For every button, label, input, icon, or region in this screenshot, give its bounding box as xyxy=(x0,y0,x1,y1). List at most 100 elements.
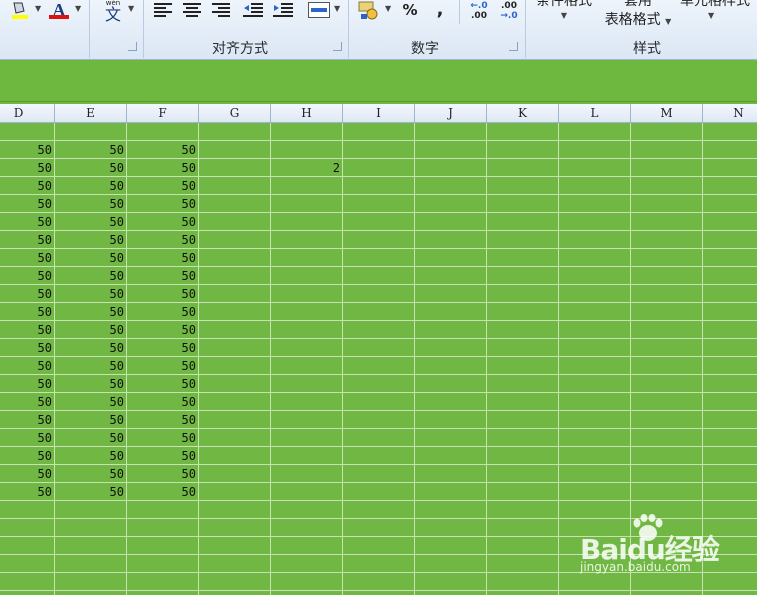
cell-e-row-15[interactable]: 50 xyxy=(55,375,126,393)
column-header-j[interactable]: J xyxy=(415,104,487,123)
cell-f-row-2[interactable]: 50 xyxy=(127,141,198,159)
comma-style-button[interactable]: , xyxy=(430,0,450,20)
cell-d-row-18[interactable]: 50 xyxy=(0,429,54,447)
cell-d-row-11[interactable]: 50 xyxy=(0,303,54,321)
conditional-format-button[interactable]: 条件格式 ▼ xyxy=(528,0,600,32)
cell-d-row-2[interactable]: 50 xyxy=(0,141,54,159)
cell-e-row-16[interactable]: 50 xyxy=(55,393,126,411)
cell-f-row-21[interactable]: 50 xyxy=(127,483,198,501)
cell-f-row-13[interactable]: 50 xyxy=(127,339,198,357)
cell-d-row-5[interactable]: 50 xyxy=(0,195,54,213)
phonetic-dropdown-icon[interactable]: ▼ xyxy=(128,4,134,13)
cell-e-row-7[interactable]: 50 xyxy=(55,231,126,249)
cell-e-row-17[interactable]: 50 xyxy=(55,411,126,429)
align-left-button[interactable] xyxy=(152,0,174,20)
cell-f-row-8[interactable]: 50 xyxy=(127,249,198,267)
column-header-h[interactable]: H xyxy=(271,104,343,123)
font-color-dropdown-icon[interactable]: ▼ xyxy=(75,4,81,13)
cell-d-row-10[interactable]: 50 xyxy=(0,285,54,303)
column-header-m[interactable]: M xyxy=(631,104,703,123)
cell-f-row-5[interactable]: 50 xyxy=(127,195,198,213)
cell-e-row-2[interactable]: 50 xyxy=(55,141,126,159)
accounting-format-button[interactable] xyxy=(356,0,382,22)
decrease-decimal-button[interactable]: .00 →.0 xyxy=(494,0,524,22)
cell-d-row-7[interactable]: 50 xyxy=(0,231,54,249)
cell-f-row-4[interactable]: 50 xyxy=(127,177,198,195)
merge-center-button[interactable] xyxy=(306,0,332,20)
cell-e-row-3[interactable]: 50 xyxy=(55,159,126,177)
format-as-table-button[interactable]: 套用 表格格式 ▼ xyxy=(598,0,678,32)
cell-e-row-9[interactable]: 50 xyxy=(55,267,126,285)
column-header-k[interactable]: K xyxy=(487,104,559,123)
cell-e-row-13[interactable]: 50 xyxy=(55,339,126,357)
cell-d-row-19[interactable]: 50 xyxy=(0,447,54,465)
comma-glyph: , xyxy=(436,0,444,20)
merge-center-dropdown-icon[interactable]: ▼ xyxy=(334,4,340,13)
cell-d-row-17[interactable]: 50 xyxy=(0,411,54,429)
cell-f-row-7[interactable]: 50 xyxy=(127,231,198,249)
align-left-icon xyxy=(154,3,172,17)
cell-e-row-4[interactable]: 50 xyxy=(55,177,126,195)
align-right-button[interactable] xyxy=(210,0,232,20)
cell-f-row-20[interactable]: 50 xyxy=(127,465,198,483)
cell-e-row-5[interactable]: 50 xyxy=(55,195,126,213)
fill-color-dropdown-icon[interactable]: ▼ xyxy=(35,4,41,13)
cell-e-row-19[interactable]: 50 xyxy=(55,447,126,465)
cell-f-row-16[interactable]: 50 xyxy=(127,393,198,411)
cell-e-row-11[interactable]: 50 xyxy=(55,303,126,321)
cell-e-row-12[interactable]: 50 xyxy=(55,321,126,339)
column-header-n[interactable]: N xyxy=(703,104,757,123)
column-header-f[interactable]: F xyxy=(127,104,199,123)
fill-color-button[interactable] xyxy=(6,0,32,20)
percent-style-button[interactable]: % xyxy=(399,0,421,20)
cell-e-row-14[interactable]: 50 xyxy=(55,357,126,375)
cell-d-row-12[interactable]: 50 xyxy=(0,321,54,339)
cell-styles-button[interactable]: 单元格样式 ▼ xyxy=(680,0,757,32)
cell-f-row-19[interactable]: 50 xyxy=(127,447,198,465)
cell-d-row-8[interactable]: 50 xyxy=(0,249,54,267)
watermark-url: jingyan.baidu.com xyxy=(580,560,691,574)
column-header-g[interactable]: G xyxy=(199,104,271,123)
cell-d-row-20[interactable]: 50 xyxy=(0,465,54,483)
cell-d-row-13[interactable]: 50 xyxy=(0,339,54,357)
column-header-d[interactable]: D xyxy=(0,104,55,123)
cell-f-row-9[interactable]: 50 xyxy=(127,267,198,285)
phonetic-button[interactable]: wén 文 xyxy=(98,0,128,23)
cell-f-row-6[interactable]: 50 xyxy=(127,213,198,231)
cell-f-row-3[interactable]: 50 xyxy=(127,159,198,177)
cell-e-row-10[interactable]: 50 xyxy=(55,285,126,303)
cell-d-row-14[interactable]: 50 xyxy=(0,357,54,375)
cell-d-row-15[interactable]: 50 xyxy=(0,375,54,393)
cell-f-row-18[interactable]: 50 xyxy=(127,429,198,447)
column-header-i[interactable]: I xyxy=(343,104,415,123)
cell-e-row-21[interactable]: 50 xyxy=(55,483,126,501)
cell-d-row-6[interactable]: 50 xyxy=(0,213,54,231)
cell-f-row-11[interactable]: 50 xyxy=(127,303,198,321)
increase-decimal-button[interactable]: ←.0 .00 xyxy=(464,0,494,22)
cell-e-row-18[interactable]: 50 xyxy=(55,429,126,447)
cell-h-row-3[interactable]: 2 xyxy=(271,159,342,177)
cell-d-row-21[interactable]: 50 xyxy=(0,483,54,501)
column-header-e[interactable]: E xyxy=(55,104,127,123)
cell-f-row-15[interactable]: 50 xyxy=(127,375,198,393)
number-dialog-launcher-icon[interactable] xyxy=(509,42,518,51)
column-header-l[interactable]: L xyxy=(559,104,631,123)
cell-d-row-4[interactable]: 50 xyxy=(0,177,54,195)
align-center-button[interactable] xyxy=(181,0,203,20)
font-dialog-launcher-icon[interactable] xyxy=(128,42,137,51)
alignment-dialog-launcher-icon[interactable] xyxy=(333,42,342,51)
accounting-format-dropdown-icon[interactable]: ▼ xyxy=(385,4,391,13)
cell-e-row-6[interactable]: 50 xyxy=(55,213,126,231)
cell-d-row-3[interactable]: 50 xyxy=(0,159,54,177)
cell-f-row-12[interactable]: 50 xyxy=(127,321,198,339)
cell-f-row-14[interactable]: 50 xyxy=(127,357,198,375)
cell-d-row-16[interactable]: 50 xyxy=(0,393,54,411)
increase-indent-button[interactable] xyxy=(271,0,295,20)
cell-d-row-9[interactable]: 50 xyxy=(0,267,54,285)
cell-e-row-8[interactable]: 50 xyxy=(55,249,126,267)
increase-decimal-top-text: ←.0 xyxy=(470,1,488,11)
cell-f-row-10[interactable]: 50 xyxy=(127,285,198,303)
cell-e-row-20[interactable]: 50 xyxy=(55,465,126,483)
decrease-indent-button[interactable] xyxy=(241,0,265,20)
cell-f-row-17[interactable]: 50 xyxy=(127,411,198,429)
